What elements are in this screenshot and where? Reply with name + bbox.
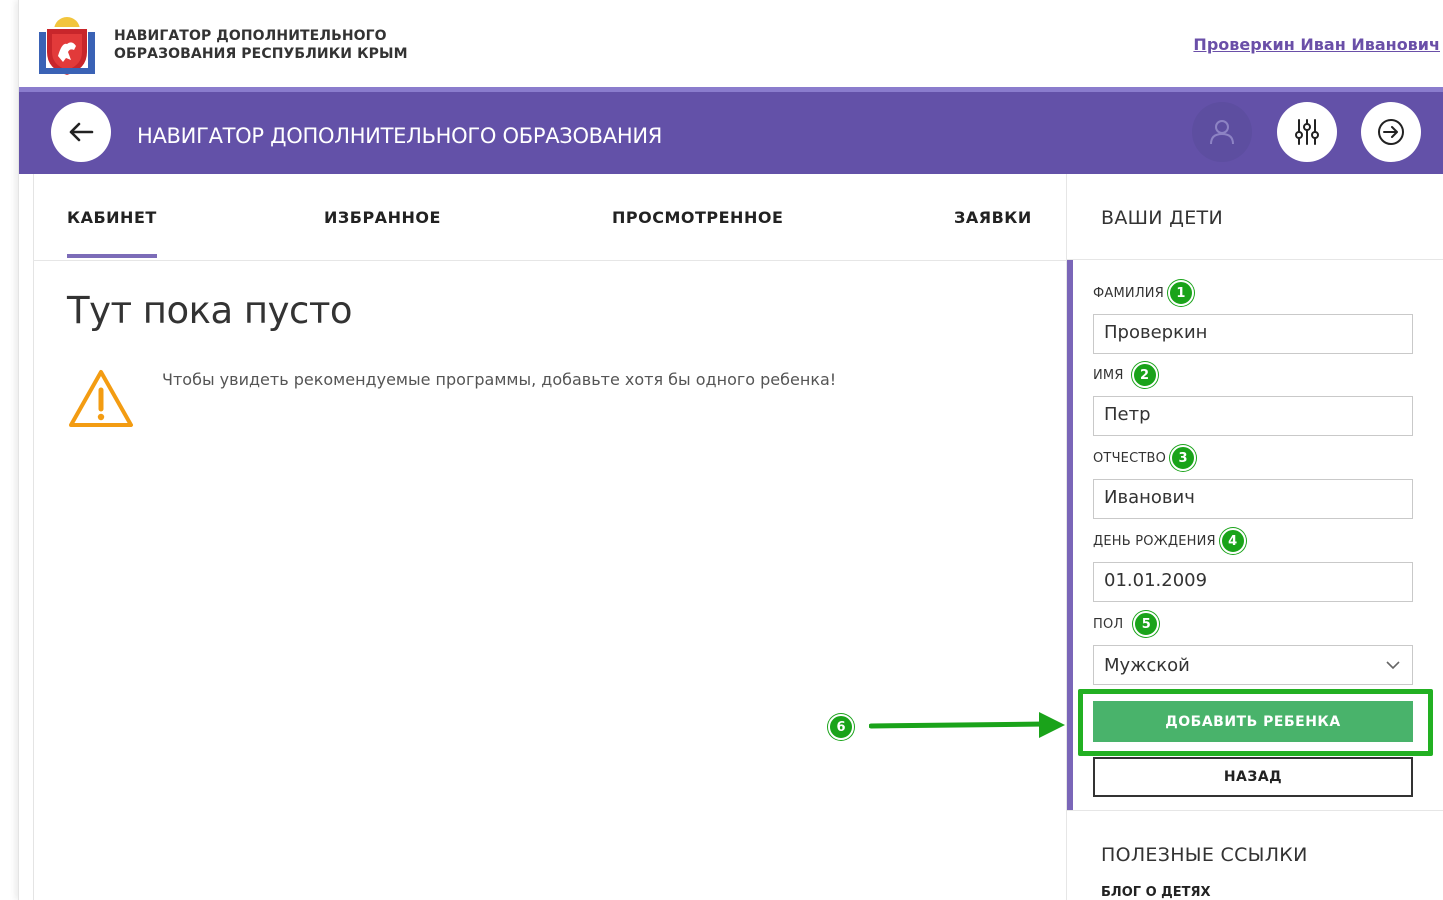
warning-message: Чтобы увидеть рекомендуемые программы, д… (162, 370, 837, 389)
patronymic-label-text: ОТЧЕСТВО (1093, 450, 1167, 466)
user-profile-link[interactable]: Проверкин Иван Иванович (1193, 35, 1440, 54)
add-child-button[interactable]: ДОБАВИТЬ РЕБЕНКА (1093, 701, 1413, 742)
header-bar: НАВИГАТОР ДОПОЛНИТЕЛЬНОГО ОБРАЗОВАНИЯ (19, 87, 1443, 174)
back-form-button[interactable]: НАЗАД (1093, 757, 1413, 797)
firstname-label: ИМЯ 2 (1093, 362, 1158, 388)
useful-link-item[interactable]: БЛОГ О ДЕТЯХ (1101, 885, 1211, 900)
back-button[interactable] (51, 102, 111, 162)
annotation-arrow-icon (869, 712, 1065, 738)
useful-links-title: ПОЛЕЗНЫЕ ССЫЛКИ (1101, 844, 1308, 866)
tab-viewed[interactable]: ПРОСМОТРЕННОЕ (612, 208, 783, 227)
lastname-input[interactable]: Проверкин (1093, 314, 1413, 354)
annotation-badge-1: 1 (1167, 280, 1194, 306)
gender-select-value: Мужской (1104, 654, 1190, 676)
site-name: НАВИГАТОР ДОПОЛНИТЕЛЬНОГО ОБРАЗОВАНИЯ РЕ… (114, 27, 408, 63)
firstname-label-text: ИМЯ (1093, 367, 1124, 383)
page: НАВИГАТОР ДОПОЛНИТЕЛЬНОГО ОБРАЗОВАНИЯ РЕ… (18, 0, 1443, 900)
add-child-form: ФАМИЛИЯ 1 Проверкин ИМЯ 2 Петр ОТЧЕСТВО … (1067, 260, 1443, 810)
tabs-bar: КАБИНЕТ ИЗБРАННОЕ ПРОСМОТРЕННОЕ ЗАЯВКИ (33, 174, 1066, 261)
chevron-down-icon (1386, 661, 1400, 670)
lastname-label: ФАМИЛИЯ 1 (1093, 280, 1194, 306)
user-icon (1210, 120, 1234, 145)
gender-label-text: ПОЛ (1093, 616, 1124, 632)
gender-label: ПОЛ 5 (1093, 611, 1160, 637)
patronymic-label: ОТЧЕСТВО 3 (1093, 445, 1197, 471)
site-name-line1: НАВИГАТОР ДОПОЛНИТЕЛЬНОГО (114, 28, 387, 44)
top-bar: НАВИГАТОР ДОПОЛНИТЕЛЬНОГО ОБРАЗОВАНИЯ РЕ… (19, 0, 1443, 88)
annotation-badge-5: 5 (1133, 611, 1160, 637)
logout-icon (1378, 119, 1404, 145)
warning-icon (69, 370, 133, 427)
tab-cabinet[interactable]: КАБИНЕТ (67, 208, 157, 258)
filters-button[interactable] (1277, 102, 1337, 162)
firstname-input[interactable]: Петр (1093, 396, 1413, 436)
birthday-input[interactable]: 01.01.2009 (1093, 562, 1413, 602)
header-title: НАВИГАТОР ДОПОЛНИТЕЛЬНОГО ОБРАЗОВАНИЯ (137, 124, 663, 148)
gender-select[interactable]: Мужской (1093, 645, 1413, 685)
empty-state-title: Тут пока пусто (67, 289, 353, 332)
site-name-line2: ОБРАЗОВАНИЯ РЕСПУБЛИКИ КРЫМ (114, 46, 408, 62)
birthday-label-text: ДЕНЬ РОЖДЕНИЯ (1093, 533, 1216, 549)
divider (1067, 810, 1443, 811)
annotation-badge-6: 6 (828, 714, 854, 740)
right-sidebar: ВАШИ ДЕТИ ФАМИЛИЯ 1 Проверкин ИМЯ 2 Петр… (1066, 174, 1443, 900)
your-kids-title: ВАШИ ДЕТИ (1101, 207, 1223, 229)
profile-button[interactable] (1192, 102, 1252, 162)
annotation-badge-3: 3 (1170, 445, 1197, 471)
patronymic-input[interactable]: Иванович (1093, 479, 1413, 519)
annotation-badge-4: 4 (1219, 528, 1246, 554)
content-left-border (33, 174, 34, 900)
tab-applications[interactable]: ЗАЯВКИ (954, 208, 1032, 227)
lastname-label-text: ФАМИЛИЯ (1093, 285, 1164, 301)
birthday-label: ДЕНЬ РОЖДЕНИЯ 4 (1093, 528, 1246, 554)
crimea-coat-of-arms-logo[interactable] (36, 12, 98, 78)
tab-favorites[interactable]: ИЗБРАННОЕ (324, 208, 441, 227)
arrow-left-icon (69, 122, 94, 142)
logout-button[interactable] (1361, 102, 1421, 162)
annotation-badge-2: 2 (1131, 362, 1158, 388)
sliders-icon (1295, 119, 1319, 145)
